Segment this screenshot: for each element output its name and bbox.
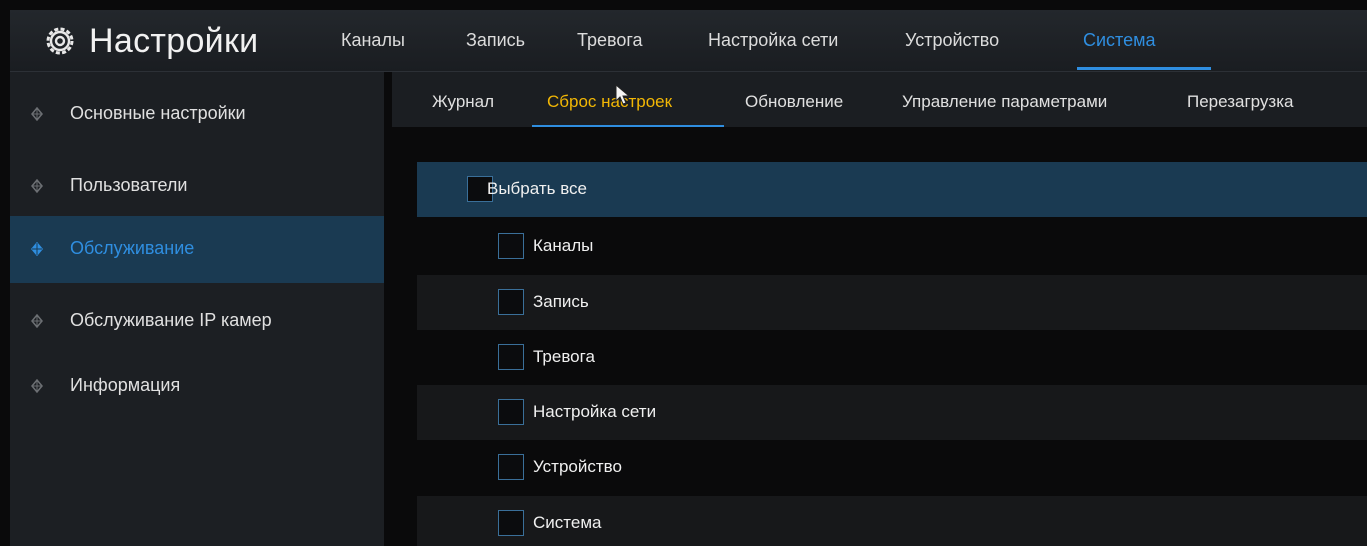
option-label: Тревога <box>533 347 595 366</box>
tab-alarm[interactable]: Тревога <box>577 30 643 51</box>
checkbox-channels[interactable] <box>498 233 524 259</box>
checkbox-device[interactable] <box>498 454 524 480</box>
select-all-row[interactable]: Выбрать все <box>417 162 1367 217</box>
sidebar-item-ip-maintenance[interactable]: Обслуживание IP камер <box>10 284 384 351</box>
reset-panel: Выбрать все Каналы Запись Тревога Настро… <box>392 127 1367 546</box>
diamond-icon <box>31 379 43 393</box>
checkbox-system[interactable] <box>498 510 524 536</box>
sidebar-item-info[interactable]: Информация <box>10 352 384 419</box>
diamond-icon <box>31 242 43 256</box>
sidebar-item-basic[interactable]: Основные настройки <box>10 80 384 147</box>
option-label: Устройство <box>533 457 622 476</box>
sidebar: Основные настройки Пользователи Обслужив… <box>10 72 384 546</box>
option-label: Каналы <box>533 236 594 255</box>
list-item[interactable]: Тревога <box>417 330 1367 385</box>
gear-icon <box>46 27 74 55</box>
sidebar-item-label: Обслуживание <box>70 238 195 258</box>
tab-system[interactable]: Система <box>1083 30 1156 51</box>
option-label: Настройка сети <box>533 402 657 421</box>
sidebar-item-label: Информация <box>70 375 181 395</box>
option-label: Запись <box>533 292 589 311</box>
cursor-icon <box>615 84 631 105</box>
tab-channels[interactable]: Каналы <box>341 30 405 51</box>
checkbox-network[interactable] <box>498 399 524 425</box>
tab-device[interactable]: Устройство <box>905 30 999 51</box>
list-item[interactable]: Каналы <box>417 219 1367 274</box>
sidebar-item-label: Пользователи <box>70 175 188 195</box>
tab-network[interactable]: Настройка сети <box>708 30 838 51</box>
sidebar-item-users[interactable]: Пользователи <box>10 148 384 215</box>
top-header: Настройки Каналы Запись Тревога Настройк… <box>10 10 1367 72</box>
subtab-reboot[interactable]: Перезагрузка <box>1187 92 1293 112</box>
subtab-reset[interactable]: Сброс настроек <box>547 92 672 112</box>
active-tab-indicator <box>1077 67 1211 70</box>
select-all-label: Выбрать все <box>487 179 587 198</box>
subtab-update[interactable]: Обновление <box>745 92 843 112</box>
tab-record[interactable]: Запись <box>466 30 525 51</box>
checkbox-record[interactable] <box>498 289 524 315</box>
list-item[interactable]: Система <box>417 496 1367 546</box>
diamond-icon <box>31 314 43 328</box>
subtab-log[interactable]: Журнал <box>432 92 494 112</box>
sidebar-item-maintenance[interactable]: Обслуживание <box>10 216 384 283</box>
checkbox-alarm[interactable] <box>498 344 524 370</box>
list-item[interactable]: Настройка сети <box>417 385 1367 440</box>
page-title: Настройки <box>89 22 259 60</box>
diamond-icon <box>31 179 43 193</box>
sidebar-item-label: Основные настройки <box>70 103 246 123</box>
diamond-icon <box>31 107 43 121</box>
subtab-bar: Журнал Сброс настроек Обновление Управле… <box>392 72 1367 128</box>
option-label: Система <box>533 513 602 532</box>
sidebar-item-label: Обслуживание IP камер <box>70 310 272 330</box>
list-item[interactable]: Запись <box>417 275 1367 330</box>
subtab-params[interactable]: Управление параметрами <box>902 92 1107 112</box>
list-item[interactable]: Устройство <box>417 440 1367 495</box>
